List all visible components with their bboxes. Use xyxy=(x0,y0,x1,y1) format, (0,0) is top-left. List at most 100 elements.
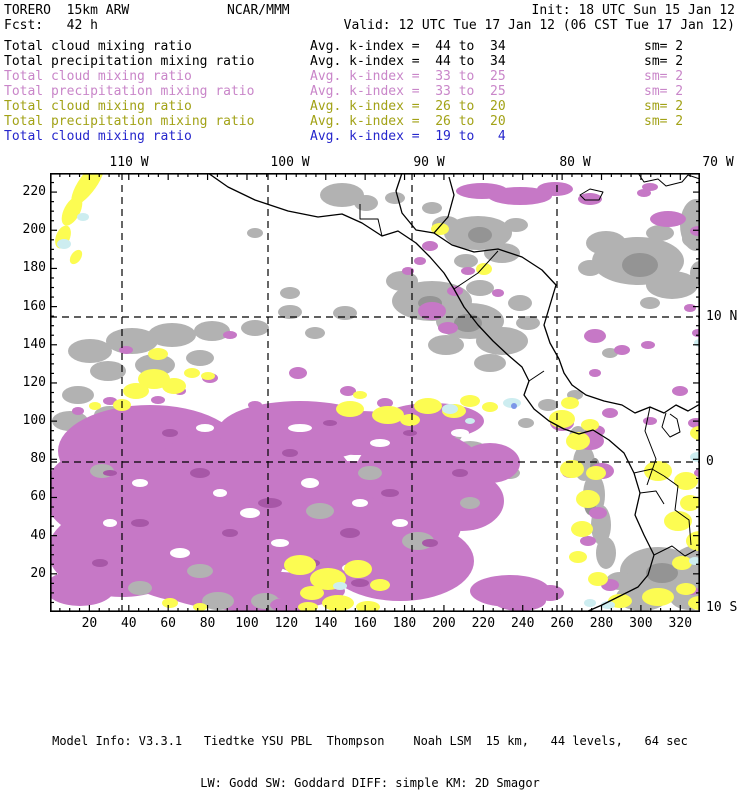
purple-colombia-bottom xyxy=(536,585,564,601)
purple-dark-speckles xyxy=(282,449,298,457)
x-tick-label: 20 xyxy=(81,616,98,631)
white-holes-in-mass xyxy=(240,508,260,518)
yellow-mid-row xyxy=(372,406,404,424)
yellow-center-cluster xyxy=(284,555,316,575)
longitude-label: 70 W xyxy=(702,155,734,170)
y-tick-label: 100 xyxy=(22,413,46,429)
gray-in-mass xyxy=(128,581,152,595)
yellow-colombia-band xyxy=(581,419,599,431)
gray-central-america xyxy=(386,271,418,291)
legend-kindex-stat: Avg. k-index = 19 to 4 xyxy=(310,129,506,144)
gray-central-america xyxy=(474,354,506,372)
model-title: TORERO 15km ARW xyxy=(4,3,130,18)
purple-dark-speckles xyxy=(162,429,178,437)
yellow-bottom-edge xyxy=(162,598,178,608)
white-holes-in-mass xyxy=(271,539,289,547)
gray-gulf xyxy=(385,192,405,204)
legend-kindex-stat: Avg. k-index = 26 to 20 xyxy=(310,114,506,129)
yellow-bottom-edge xyxy=(193,603,207,611)
gray-caribbean xyxy=(646,225,674,241)
cyan-spots xyxy=(465,418,475,424)
purple-dark-speckles xyxy=(452,469,468,477)
coastline-border-ecuador-peru xyxy=(639,490,665,505)
forecast-hour: Fcst: 42 h xyxy=(4,18,98,33)
purple-itcz-mass xyxy=(460,443,520,483)
latitude-label: 0 xyxy=(706,454,714,469)
cyan-spots xyxy=(333,582,347,590)
legend-row: Total precipitation mixing ratio Avg. k-i… xyxy=(0,54,740,69)
purple-scattered xyxy=(151,396,165,404)
legend-row: Total precipitation mixing ratio Avg. k-i… xyxy=(0,84,740,99)
legend-smoothing: sm= 2 xyxy=(644,69,684,84)
gray-misc xyxy=(280,287,300,299)
yellow-colombia-band xyxy=(586,466,606,480)
x-tick-label: 300 xyxy=(629,616,653,631)
purple-top-band xyxy=(578,193,602,205)
y-tick-label: 120 xyxy=(22,374,46,390)
map-svg xyxy=(45,161,722,613)
white-holes-in-mass xyxy=(370,439,390,447)
gray-central-america xyxy=(428,335,464,355)
legend-kindex-stat: Avg. k-index = 33 to 25 xyxy=(310,84,506,99)
purple-scattered xyxy=(461,267,475,275)
legend-smoothing: sm= 2 xyxy=(644,84,684,99)
purple-scattered xyxy=(438,322,458,334)
gray-in-mass xyxy=(306,503,334,519)
gray-gulf xyxy=(354,195,378,211)
y-tick-label: 80 xyxy=(30,451,46,467)
legend-row: Total cloud mixing ratio Avg. k-index = 3… xyxy=(0,69,740,84)
yellow-mid-row xyxy=(336,401,364,417)
yellow-midleft-cluster xyxy=(184,368,200,378)
purple-colombia-bottom xyxy=(602,408,618,418)
gray-misc xyxy=(640,297,660,309)
gray-misc xyxy=(518,418,534,428)
gray-left-band xyxy=(90,361,126,381)
purple-dark-speckles xyxy=(131,519,149,527)
gray-left-band xyxy=(186,350,214,366)
x-tick-label: 280 xyxy=(589,616,614,631)
y-tick-label: 140 xyxy=(22,336,46,352)
yellow-bottom-edge xyxy=(356,601,380,613)
yellow-mid-row xyxy=(414,398,442,414)
gray-misc xyxy=(247,228,263,238)
legend-field-label: Total cloud mixing ratio xyxy=(4,99,192,114)
yellow-center-cluster xyxy=(300,586,324,600)
legend-kindex-stat: Avg. k-index = 44 to 34 xyxy=(310,54,506,69)
gray-oaxaca xyxy=(504,218,528,232)
model-info-line2: LW: Godd SW: Goddard DIFF: simple KM: 2D… xyxy=(200,776,540,790)
yellow-colombia-band xyxy=(566,432,590,450)
x-tick-label: 100 xyxy=(235,616,259,631)
legend-field-label: Total precipitation mixing ratio xyxy=(4,114,255,129)
yellow-colombia-band xyxy=(549,410,575,428)
legend-row: Total cloud mixing ratio Avg. k-index = 2… xyxy=(0,99,740,114)
yellow-midleft-cluster xyxy=(89,402,101,410)
purple-scattered xyxy=(119,346,133,354)
gray-central-america xyxy=(466,280,494,296)
legend-smoothing: sm= 2 xyxy=(644,99,684,114)
yellow-bottom-edge xyxy=(642,588,674,606)
y-tick-label: 60 xyxy=(30,489,46,505)
yellow-midleft-cluster xyxy=(123,383,149,399)
yellow-colombia-band xyxy=(588,572,608,586)
init-time: Init: 18 UTC Sun 15 Jan 12 xyxy=(531,3,736,18)
purple-dark-speckles xyxy=(403,430,417,436)
white-holes-in-mass xyxy=(288,424,312,432)
x-tick-label: 80 xyxy=(199,616,216,631)
legend-smoothing: sm= 2 xyxy=(644,54,684,69)
purple-scattered xyxy=(684,304,696,312)
legend-field-label: Total cloud mixing ratio xyxy=(4,69,192,84)
x-tick-label: 180 xyxy=(392,616,417,631)
purple-colombia-bottom xyxy=(589,507,607,519)
white-holes-in-mass xyxy=(196,424,214,432)
gray-left-band xyxy=(148,323,196,347)
gray-central-america xyxy=(508,295,532,311)
legend-smoothing: sm= 2 xyxy=(644,39,684,54)
yellow-colombia-band xyxy=(569,551,587,563)
x-tick-label: 160 xyxy=(353,616,377,631)
yellow-midleft-cluster xyxy=(201,372,215,380)
purple-scattered xyxy=(589,369,601,377)
purple-top-band xyxy=(537,182,573,196)
cyan-spots xyxy=(77,213,89,221)
purple-scattered xyxy=(650,211,686,227)
purple-dark-speckles xyxy=(190,468,210,478)
